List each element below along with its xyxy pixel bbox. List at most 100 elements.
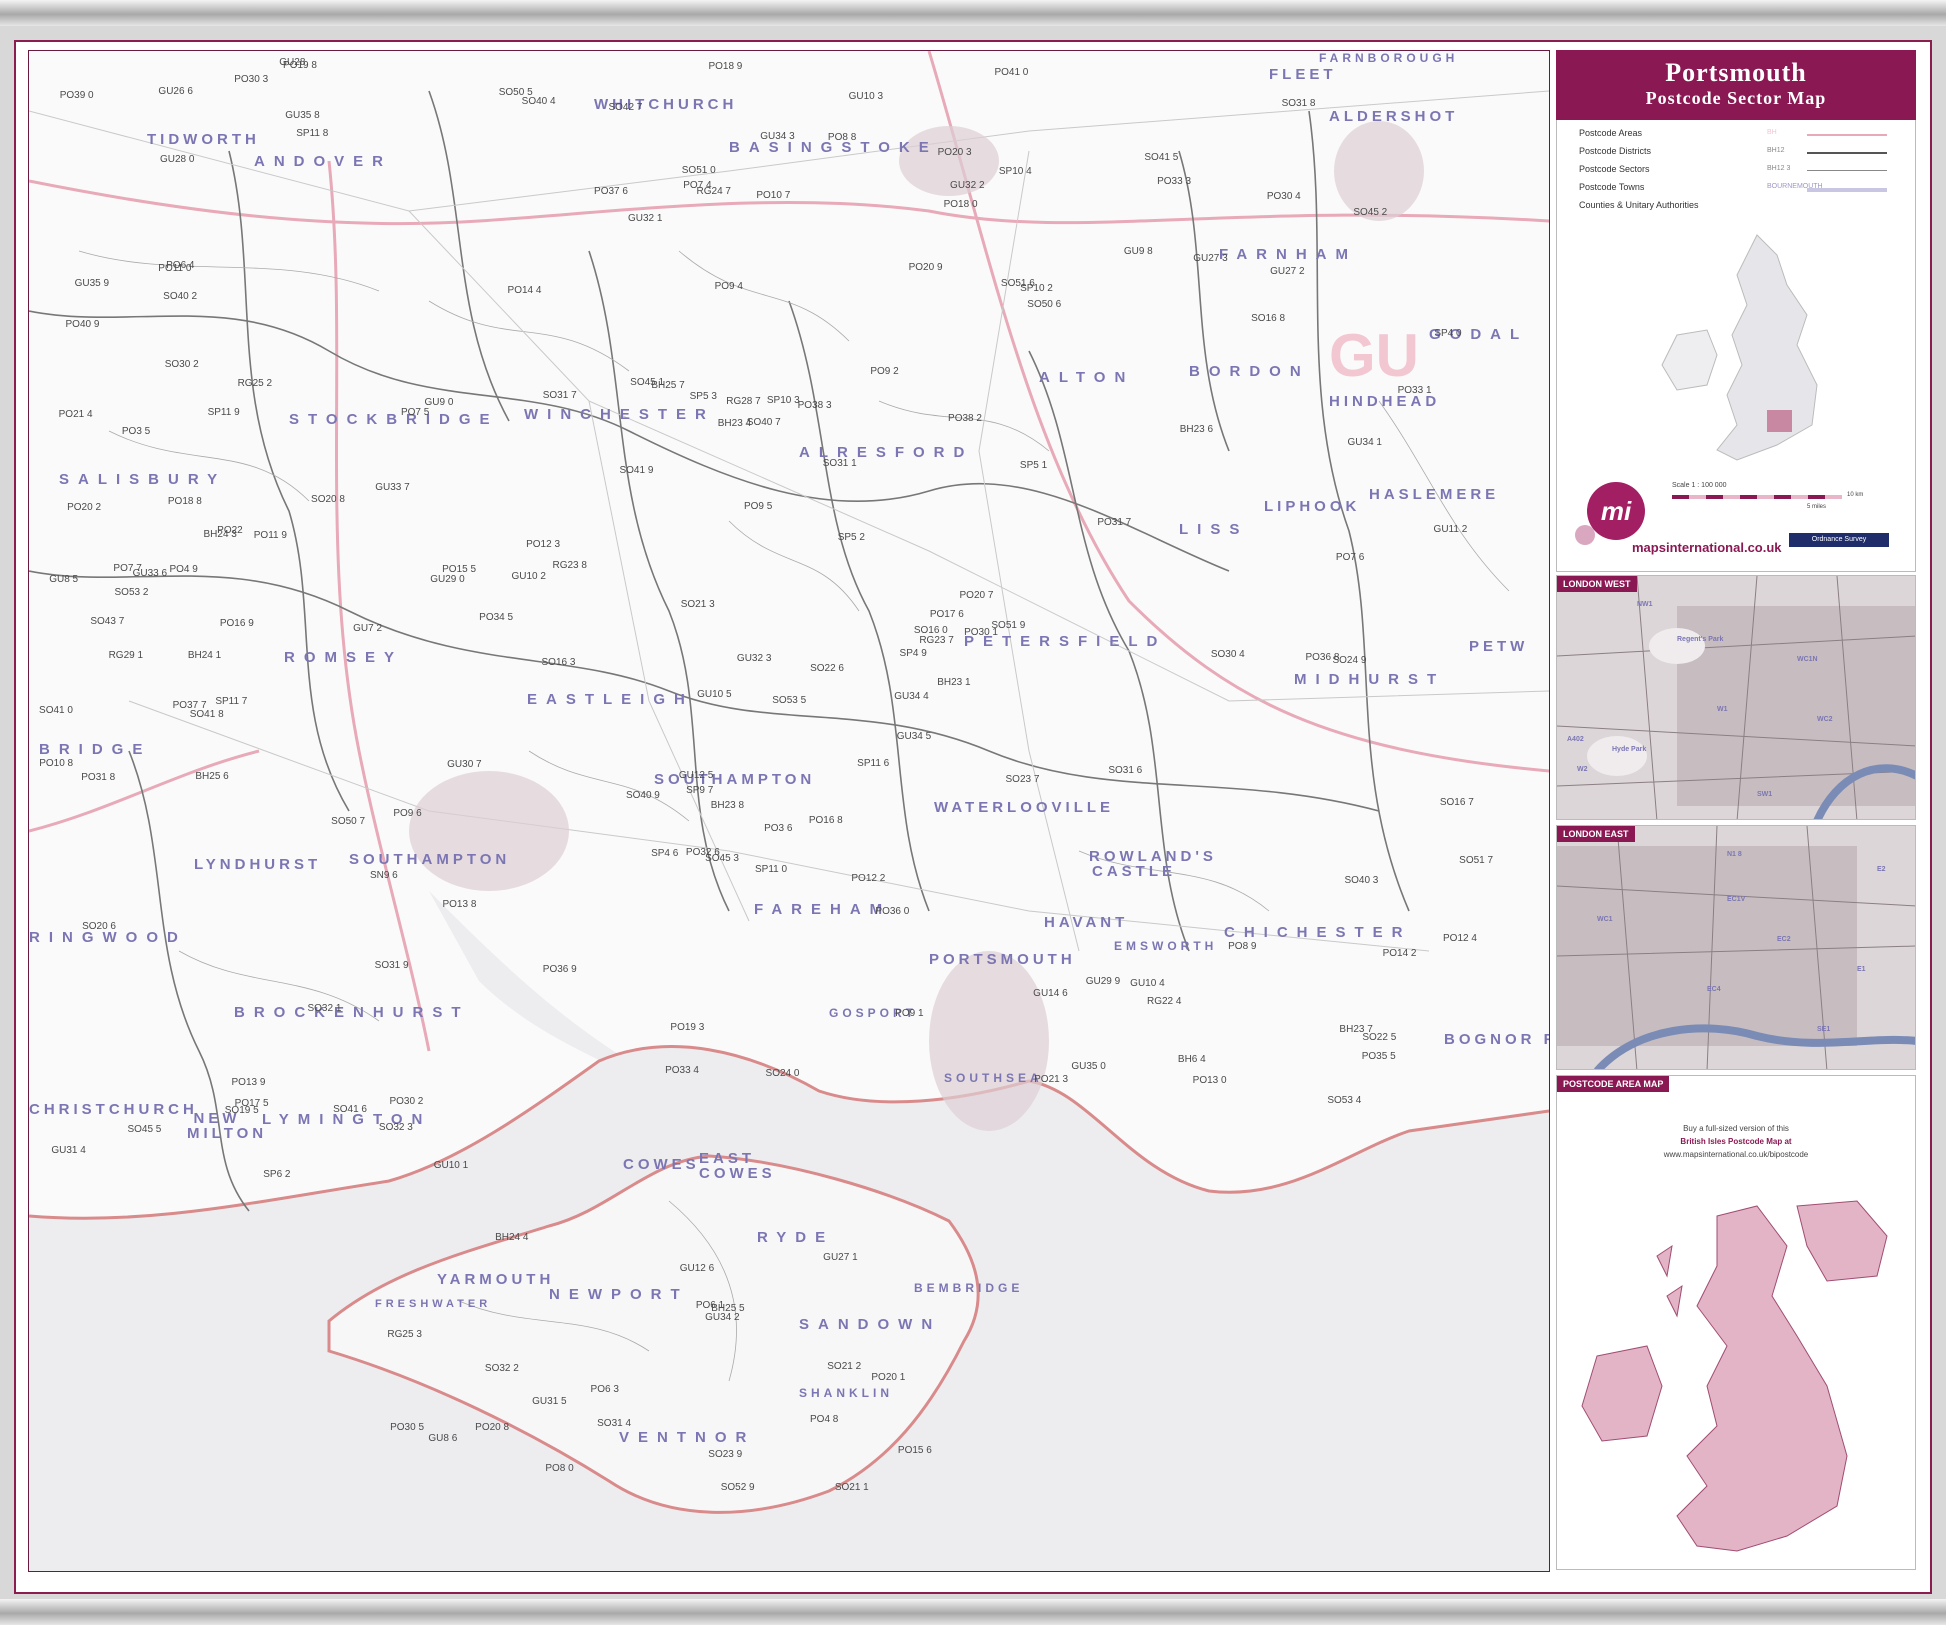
- sector-label: PO7 7: [113, 562, 142, 574]
- town-label: VENTNOR: [619, 1429, 756, 1446]
- town-label: YARMOUTH: [437, 1271, 555, 1288]
- sector-label: GU8 6: [428, 1433, 458, 1445]
- brand-url[interactable]: mapsinternational.co.uk: [1632, 540, 1782, 555]
- sector-label: PO15 6: [897, 1445, 932, 1457]
- sector-label: SO41 0: [39, 704, 73, 716]
- area-boundary-1: [29, 179, 1549, 226]
- sector-label: SO40 4: [521, 95, 556, 107]
- brand-logo: mi: [1587, 482, 1645, 540]
- sector-label: SO31 1: [822, 457, 857, 469]
- sector-label: GU9 8: [1123, 245, 1153, 257]
- inset-postcode-area-map[interactable]: POSTCODE AREA MAP Buy a full-sized versi…: [1556, 1075, 1916, 1570]
- legend-label: Counties & Unitary Authorities: [1579, 200, 1699, 210]
- inset-label: EC4: [1707, 986, 1721, 993]
- district-boundary-9: [428, 90, 510, 422]
- inset-london-east[interactable]: LONDON EAST N1 8 EC1V EC2 EC4 E1 WC1 SE1…: [1556, 825, 1916, 1070]
- map-title: Portsmouth Postcode Sector Map: [1556, 50, 1916, 120]
- sector-label: SO40 9: [625, 790, 660, 802]
- sector-label: PO38 2: [948, 413, 982, 425]
- sector-label: SP11 9: [207, 407, 240, 419]
- sector-label: PO21 3: [1034, 1074, 1069, 1086]
- sector-label: GU32 1: [627, 213, 663, 225]
- town-label: HASLEMERE: [1369, 486, 1500, 503]
- sector-label: PO8 9: [1228, 940, 1257, 952]
- sector-label: GU33 7: [375, 482, 410, 494]
- sector-label: PO36 0: [875, 905, 910, 917]
- sector-label: PO18 9: [708, 61, 743, 73]
- town-label: FLEET: [1269, 66, 1337, 83]
- sector-label: SP11 6: [857, 757, 890, 769]
- sector-label: GU34 5: [896, 731, 932, 743]
- sector-label: SP5 3: [689, 390, 717, 402]
- sector-label: GU32 3: [736, 653, 772, 665]
- sector-label: GU10 4: [1130, 978, 1165, 990]
- bottom-hanging-rail: [0, 1599, 1946, 1625]
- promo-link[interactable]: www.mapsinternational.co.uk/bipostcode: [1557, 1150, 1915, 1159]
- inset-title: LONDON WEST: [1557, 576, 1637, 592]
- sector-label: PO33 4: [665, 1065, 699, 1077]
- sector-label: GU27 2: [1270, 265, 1305, 277]
- sector-label: SP10 4: [998, 166, 1032, 178]
- main-map[interactable]: GU TIDWORTH ANDOVER WHITCHURCH BASINGSTO…: [28, 50, 1550, 1572]
- promo-text: British Isles Postcode Map at: [1680, 1137, 1792, 1146]
- sector-label: PO20 7: [959, 589, 994, 601]
- ordnance-survey-badge: Ordnance Survey: [1789, 533, 1889, 547]
- inset-london-west-map: [1557, 576, 1915, 819]
- sector-label: PO4 8: [810, 1414, 839, 1426]
- sector-label: SO16 8: [1251, 312, 1286, 324]
- town-label: RYDE: [757, 1229, 835, 1246]
- town-label: MIDHURST: [1294, 671, 1446, 688]
- sector-label: SO51 0: [681, 164, 716, 176]
- inset-label: N1 8: [1727, 851, 1742, 858]
- sector-label: BH6 4: [1177, 1053, 1206, 1065]
- sector-label: PO12 2: [851, 872, 886, 884]
- sector-label: SO40 2: [163, 290, 198, 302]
- sector-label: GU35 8: [285, 109, 320, 121]
- sector-label: PO9 1: [895, 1007, 924, 1019]
- inset-london-west[interactable]: LONDON WEST Regent's Park Hyde Park NW1 …: [1556, 575, 1916, 820]
- sector-label: GU32 2: [950, 180, 985, 192]
- inset-label: W2: [1577, 766, 1588, 773]
- sector-label: PO6 3: [590, 1384, 619, 1396]
- sector-label: SO20 8: [311, 493, 345, 505]
- uk-locator-map: [1661, 234, 1818, 461]
- sector-label: PO12 3: [526, 539, 561, 551]
- title-line-2: Postcode Sector Map: [1645, 88, 1827, 108]
- inset-london-east-map: [1557, 826, 1915, 1069]
- sector-label: RG28 7: [726, 395, 761, 407]
- map-graphics: [29, 51, 1549, 1571]
- sector-label: GU35 9: [74, 278, 110, 290]
- sector-label: SP4 6: [651, 848, 679, 860]
- scale-miles: 5 miles: [1807, 504, 1827, 510]
- sector-label: PO13 9: [231, 1076, 266, 1088]
- sector-label: PO18 0: [943, 199, 978, 211]
- sector-label: BH24 3: [203, 528, 237, 540]
- sector-label: SP10 3: [766, 394, 800, 406]
- sector-label: PO13 0: [1192, 1075, 1227, 1087]
- inset-label: E2: [1877, 866, 1886, 873]
- sector-label: SO41 5: [1144, 152, 1179, 164]
- sector-label: PO11 9: [253, 529, 287, 541]
- sector-label: PO21 4: [58, 409, 93, 421]
- town-label: SHANKLIN: [799, 1386, 893, 1400]
- scale-bar: [1672, 495, 1842, 499]
- title-line-1: Portsmouth: [1665, 58, 1807, 87]
- sector-label: PO36 9: [542, 963, 577, 975]
- town-label: LIPHOOK: [1264, 498, 1361, 515]
- inset-label: WC1N: [1797, 656, 1818, 663]
- road-3: [588, 400, 1549, 702]
- sector-label: BH23 1: [937, 677, 971, 689]
- uk-postcode-areas-map: [1581, 1200, 1888, 1552]
- sector-label: SP5 1: [1019, 460, 1048, 472]
- sector-label: RG25 3: [387, 1329, 422, 1341]
- sector-label: SO42 7: [608, 101, 643, 113]
- area-boundary-3: [927, 51, 1549, 773]
- sector-label: SO20 6: [82, 920, 116, 932]
- sector-label: SO53 5: [772, 695, 807, 707]
- sector-label: SO21 2: [827, 1360, 862, 1372]
- sector-label: SO45 2: [1353, 206, 1388, 218]
- sector-label: PO34 5: [479, 612, 514, 624]
- sector-label: BH23 7: [1339, 1023, 1373, 1035]
- town-label: ANDOVER: [254, 153, 393, 170]
- sector-label: GU10 1: [433, 1159, 469, 1171]
